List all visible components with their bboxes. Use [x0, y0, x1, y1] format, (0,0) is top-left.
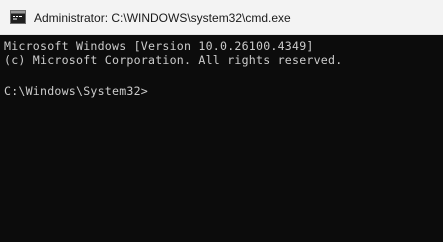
title-bar[interactable]: Administrator: C:\WINDOWS\system32\cmd.e… — [0, 0, 443, 35]
console-prompt[interactable]: C:\Windows\System32> — [4, 83, 148, 99]
console-line-copyright: (c) Microsoft Corporation. All rights re… — [4, 53, 343, 67]
console-output[interactable]: Microsoft Windows [Version 10.0.26100.43… — [0, 35, 443, 242]
cmd-window: Administrator: C:\WINDOWS\system32\cmd.e… — [0, 0, 443, 242]
cmd-icon[interactable] — [10, 10, 26, 24]
window-title: Administrator: C:\WINDOWS\system32\cmd.e… — [34, 11, 291, 25]
